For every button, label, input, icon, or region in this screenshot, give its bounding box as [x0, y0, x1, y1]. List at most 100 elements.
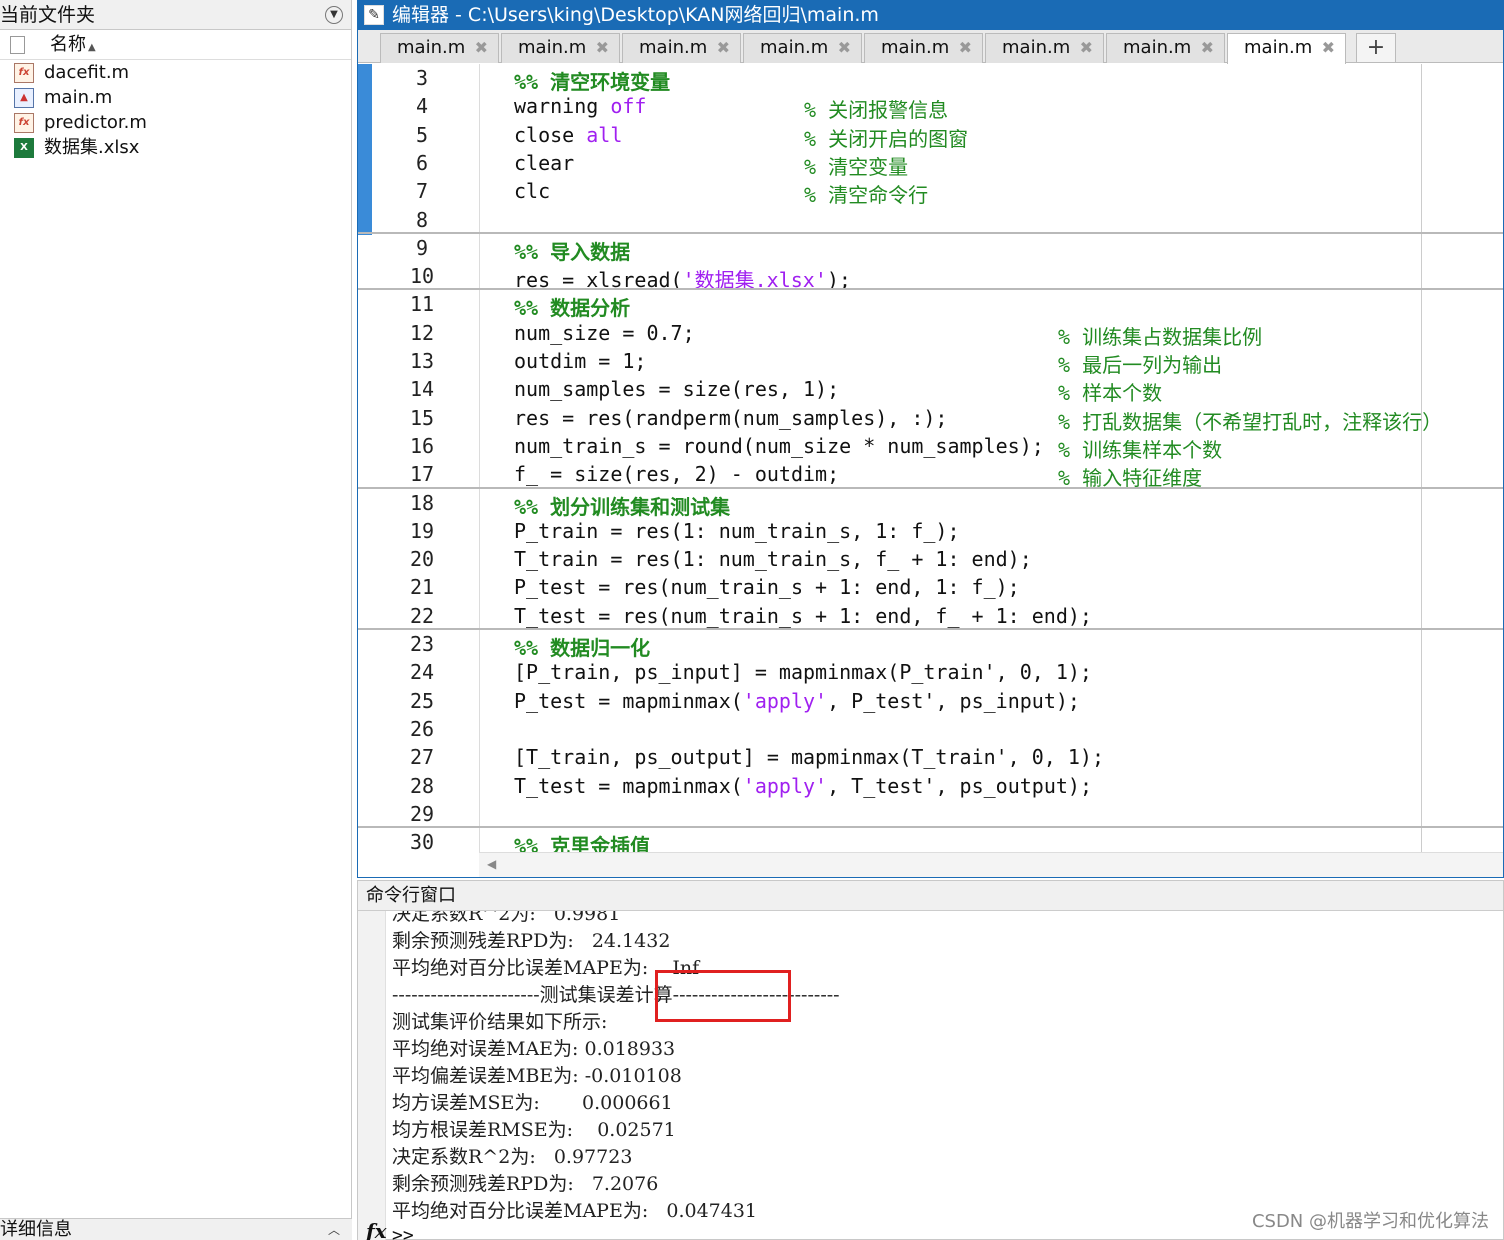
tab-label: main.m: [639, 37, 708, 58]
code-line[interactable]: T_test = res(num_train_s + 1: end, f_ + …: [514, 604, 1092, 628]
current-folder-title: 当前文件夹 ▼: [0, 0, 351, 30]
command-output[interactable]: 决定系数R^2为: 0.9981 剩余预测残差RPD为: 24.1432 平均绝对百…: [358, 911, 1503, 1240]
matlab-window: 当前文件夹 ▼ 名称 ▲ fx dacefit.m ▲ main.m fx predic…: [0, 0, 1504, 1240]
code-line[interactable]: [P_train, ps_input] = mapminmax(P_train'…: [514, 660, 1092, 684]
output-line: 决定系数R^2为: 0.97723: [392, 1146, 633, 1168]
code-line[interactable]: clc: [514, 179, 550, 203]
cell-divider: [358, 628, 1503, 630]
file-list-header[interactable]: 名称 ▲: [0, 30, 351, 60]
code-token: %% 数据分析: [514, 296, 631, 321]
code-line[interactable]: close all: [514, 123, 622, 147]
close-tab-icon[interactable]: ✖: [475, 34, 488, 62]
line-number: 17: [409, 462, 435, 487]
close-tab-icon[interactable]: ✖: [1201, 34, 1214, 62]
sort-ascending-icon: ▲: [88, 42, 96, 53]
code-comment: % 清空变量: [804, 154, 909, 179]
file-item[interactable]: fx predictor.m: [0, 110, 351, 135]
script-file-icon: ▲: [14, 88, 34, 108]
close-tab-icon[interactable]: ✖: [1080, 34, 1093, 62]
file-name: 数据集.xlsx: [44, 137, 140, 158]
code-line[interactable]: %% 克里金插值: [514, 830, 650, 852]
cell-divider: [358, 826, 1503, 829]
code-line[interactable]: P_test = res(num_train_s + 1: end, 1: f_…: [514, 575, 1020, 599]
code-line[interactable]: warning off: [514, 94, 646, 118]
tab-main-m[interactable]: main.m ✖: [864, 33, 983, 63]
details-panel-header[interactable]: 详细信息 ︿: [0, 1218, 352, 1240]
file-item[interactable]: X 数据集.xlsx: [0, 135, 351, 160]
line-number: 22: [409, 603, 435, 628]
close-tab-icon[interactable]: ✖: [838, 34, 851, 62]
editor-tab-bar: main.m ✖ main.m ✖ main.m ✖ main.m ✖ main.m ✖ main.…: [358, 30, 1503, 64]
code-token: %% 清空环境变量: [514, 70, 671, 94]
code-line[interactable]: num_samples = size(res, 1);: [514, 377, 839, 401]
code-token: clear: [514, 150, 575, 175]
line-number: 29: [409, 801, 435, 826]
name-column-label[interactable]: 名称: [50, 34, 86, 55]
chevron-up-icon[interactable]: ︿: [328, 1219, 340, 1240]
code-token: %% 导入数据: [514, 239, 631, 264]
line-number: 19: [409, 518, 435, 543]
new-tab-button[interactable]: +: [1356, 33, 1396, 63]
code-line[interactable]: P_train = res(1: num_train_s, 1: f_);: [514, 519, 960, 543]
code-area[interactable]: 3 %% 清空环境变量 4 warning off % 关闭报警信息 5 close all…: [358, 64, 1503, 852]
code-token: 'apply': [742, 773, 828, 798]
code-line[interactable]: [T_train, ps_output] = mapminmax(T_train…: [514, 745, 1104, 769]
code-line[interactable]: %% 划分训练集和测试集: [514, 491, 730, 520]
code-line[interactable]: T_test = mapminmax('apply', T_test', ps_…: [514, 774, 1092, 798]
tab-label: main.m: [518, 37, 587, 58]
code-line[interactable]: %% 数据归一化: [514, 632, 650, 661]
output-line: 决定系数R^2为: 0.9981: [392, 911, 621, 925]
code-line[interactable]: %% 数据分析: [514, 292, 630, 321]
code-line[interactable]: res = res(randperm(num_samples), :);: [514, 406, 947, 430]
code-line[interactable]: num_size = 0.7;: [514, 321, 695, 345]
tab-main-m[interactable]: main.m ✖: [501, 33, 620, 63]
code-line[interactable]: clear: [514, 151, 574, 175]
watermark: CSDN @机器学习和优化算法: [1251, 1211, 1489, 1232]
code-line[interactable]: T_train = res(1: num_train_s, f_ + 1: en…: [514, 547, 1032, 571]
tab-main-m[interactable]: main.m ✖: [380, 33, 499, 63]
code-line[interactable]: %% 导入数据: [514, 236, 630, 265]
cell-divider: [358, 231, 1503, 234]
code-token: close: [514, 122, 587, 147]
editor-pencil-icon: ✎: [364, 5, 384, 25]
scroll-left-icon[interactable]: ◀: [487, 857, 496, 871]
current-folder-panel: 当前文件夹 ▼ 名称 ▲ fx dacefit.m ▲ main.m fx predic…: [0, 0, 352, 1240]
code-comment: % 样本个数: [1058, 381, 1163, 406]
code-token: outdim = 1;: [514, 349, 647, 373]
fx-icon[interactable]: fx: [366, 1219, 387, 1240]
code-token: [P_train, ps_input] = mapminmax(P_train'…: [514, 660, 1092, 685]
code-token: P_test = res(num_train_s + 1: end, 1: f_…: [514, 575, 1020, 600]
code-line[interactable]: outdim = 1;: [514, 349, 646, 373]
file-item[interactable]: fx dacefit.m: [0, 60, 351, 85]
line-number: 9: [415, 235, 429, 260]
excel-file-icon: X: [14, 138, 34, 158]
code-token: num_train_s = round(num_size * num_sampl…: [514, 433, 1044, 458]
output-line: 均方根误差RMSE为: 0.02571: [392, 1119, 676, 1141]
code-token: P_test = mapminmax(: [514, 688, 743, 713]
line-number: 3: [415, 66, 429, 90]
code-comment: % 打乱数据集（不希望打乱时，注释该行）: [1058, 409, 1443, 434]
file-item[interactable]: ▲ main.m: [0, 85, 351, 110]
tab-main-m[interactable]: main.m ✖: [1106, 33, 1225, 63]
tab-main-m[interactable]: main.m ✖: [1227, 33, 1346, 64]
code-comment: % 关闭开启的图窗: [804, 126, 969, 151]
panel-menu-icon[interactable]: ▼: [325, 6, 343, 24]
code-line[interactable]: num_train_s = round(num_size * num_sampl…: [514, 434, 1044, 458]
current-folder-label: 当前文件夹: [0, 4, 96, 26]
code-line[interactable]: %% 清空环境变量: [514, 66, 670, 95]
tab-main-m[interactable]: main.m ✖: [622, 33, 741, 63]
code-token: res = res(randperm(num_samples), :);: [514, 405, 948, 430]
close-tab-icon[interactable]: ✖: [1322, 34, 1335, 62]
line-number: 7: [415, 179, 429, 204]
code-line[interactable]: P_test = mapminmax('apply', P_test', ps_…: [514, 689, 1080, 713]
close-tab-icon[interactable]: ✖: [596, 34, 609, 62]
close-tab-icon[interactable]: ✖: [959, 34, 972, 62]
command-prompt[interactable]: >>: [392, 1225, 414, 1240]
tab-main-m[interactable]: main.m ✖: [985, 33, 1104, 63]
tab-main-m[interactable]: main.m ✖: [743, 33, 862, 63]
close-tab-icon[interactable]: ✖: [717, 34, 730, 62]
horizontal-scrollbar[interactable]: ◀: [479, 852, 1503, 877]
code-token: T_train = res(1: num_train_s, f_ + 1: en…: [514, 547, 1032, 572]
line-number: 15: [409, 405, 435, 430]
code-line[interactable]: f_ = size(res, 2) - outdim;: [514, 462, 839, 486]
